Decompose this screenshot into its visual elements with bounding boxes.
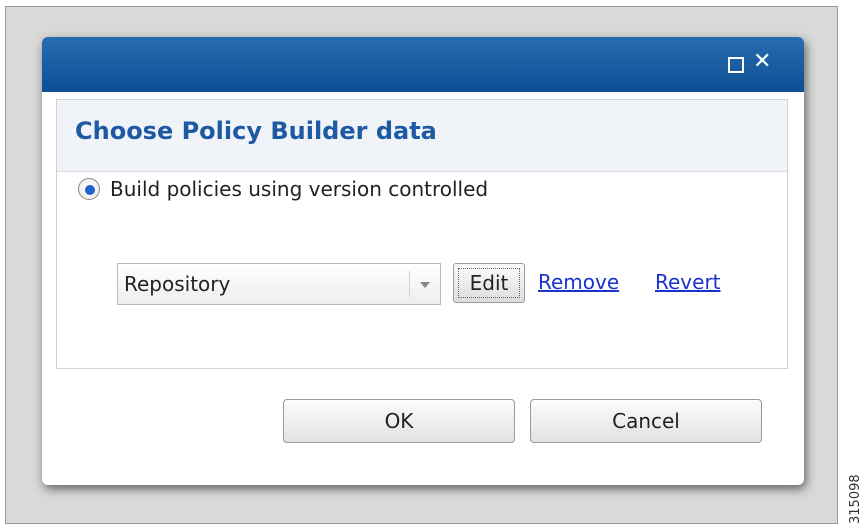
figure-number: 315098 [848, 474, 863, 524]
maximize-icon[interactable] [728, 57, 744, 73]
edit-button[interactable]: Edit [453, 263, 525, 303]
ok-button[interactable]: OK [283, 399, 515, 443]
edit-button-label: Edit [458, 268, 520, 298]
dialog-title: Choose Policy Builder data [75, 117, 437, 145]
revert-link[interactable]: Revert [655, 270, 721, 294]
content-panel: Choose Policy Builder data [56, 99, 788, 369]
version-control-radio[interactable] [78, 178, 100, 200]
repository-select-value: Repository [124, 272, 231, 296]
select-divider [409, 271, 410, 297]
policy-builder-dialog: ✕ Choose Policy Builder data Build polic… [42, 37, 804, 485]
dialog-titlebar: ✕ [42, 37, 804, 92]
cancel-button[interactable]: Cancel [530, 399, 762, 443]
chevron-down-icon[interactable] [420, 282, 430, 288]
remove-link[interactable]: Remove [538, 270, 619, 294]
repository-select[interactable]: Repository [117, 263, 441, 305]
close-icon[interactable]: ✕ [753, 50, 771, 74]
version-control-option[interactable]: Build policies using version controlled [78, 175, 488, 203]
content-header: Choose Policy Builder data [57, 100, 787, 172]
version-control-radio-label[interactable]: Build policies using version controlled [110, 177, 488, 201]
radio-selected-dot [85, 185, 95, 195]
